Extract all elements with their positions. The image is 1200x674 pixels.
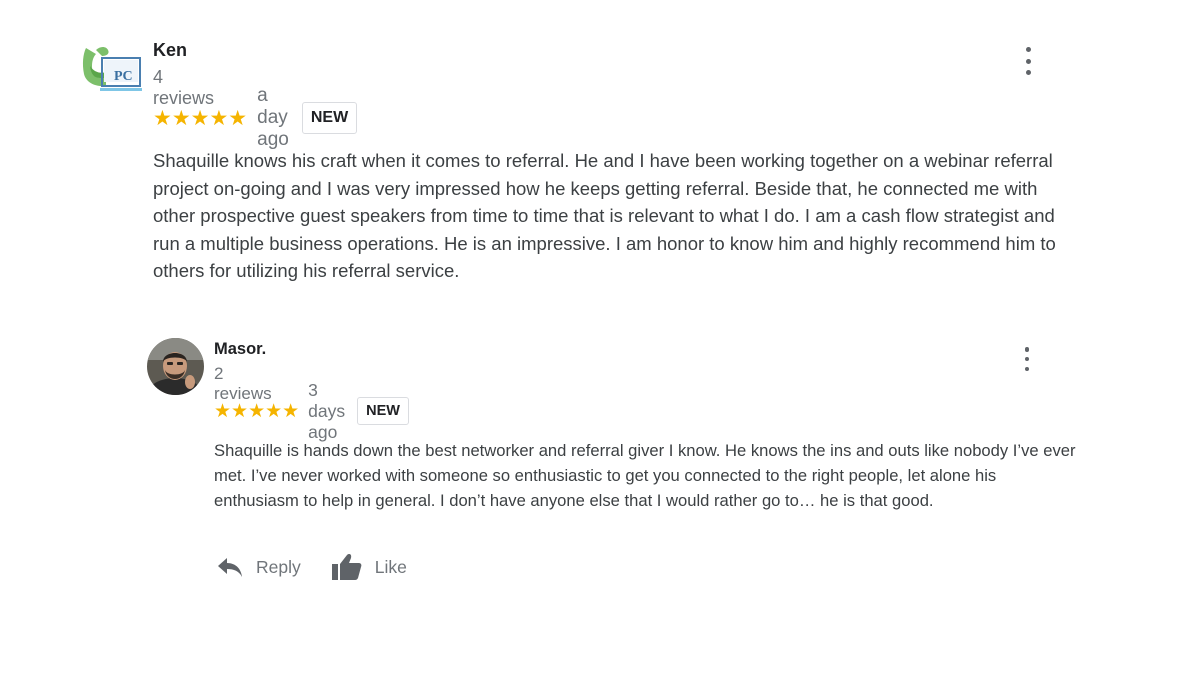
avatar[interactable]: PC: [80, 42, 142, 94]
review-date: a day ago: [257, 85, 289, 150]
avatar[interactable]: [147, 338, 204, 395]
rating-row: ★★★★★ 3 days ago NEW: [214, 380, 409, 442]
svg-text:PC: PC: [114, 69, 133, 84]
like-label: Like: [374, 556, 407, 577]
new-badge: NEW: [301, 102, 358, 134]
thumb-up-icon: [331, 554, 362, 580]
reviewer-name[interactable]: Masor.: [214, 340, 266, 359]
more-vert-icon[interactable]: [1017, 347, 1037, 371]
review-date: 3 days ago: [308, 379, 346, 442]
star-rating: ★★★★★: [214, 400, 300, 422]
rating-row: ★★★★★ a day ago NEW: [153, 85, 358, 150]
review-text: Shaquille knows his craft when it comes …: [153, 150, 1056, 282]
review-actions: Reply Like: [216, 552, 407, 582]
star-rating: ★★★★★: [153, 106, 248, 130]
flexed-arm-pc-logo-icon: PC: [82, 47, 142, 91]
more-vert-icon[interactable]: [1018, 47, 1038, 75]
reviewer-name[interactable]: Ken: [153, 40, 187, 61]
reply-button[interactable]: Reply: [216, 556, 301, 578]
new-badge: NEW: [357, 397, 409, 425]
like-button[interactable]: Like: [331, 552, 407, 582]
reply-label: Reply: [256, 556, 301, 577]
review-text: Shaquille is hands down the best network…: [214, 441, 1076, 511]
reply-icon: [218, 558, 242, 577]
profile-photo-icon: [147, 338, 204, 395]
